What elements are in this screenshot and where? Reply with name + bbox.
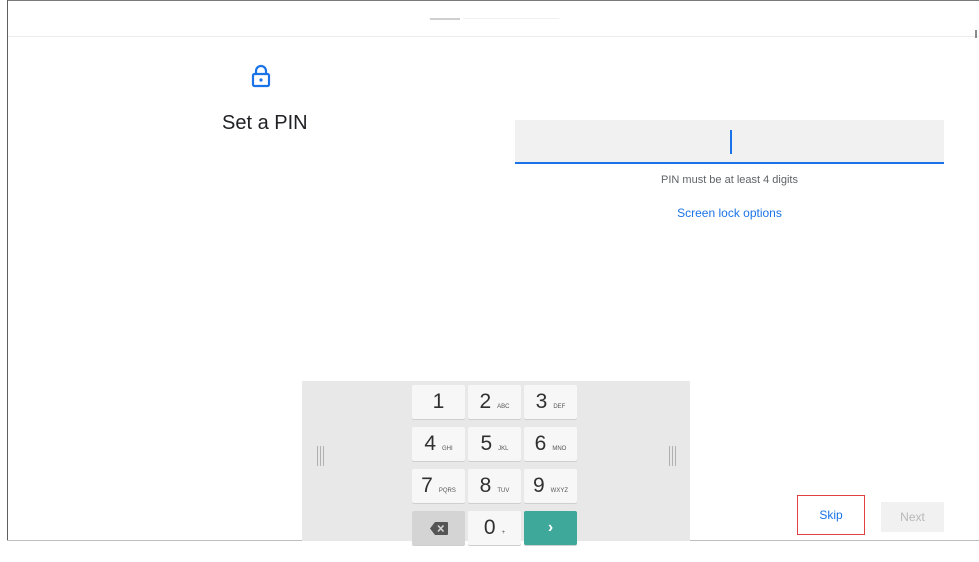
scrollbar-mark [975, 30, 977, 38]
screen-lock-options-link[interactable]: Screen lock options [515, 206, 944, 220]
key-3[interactable]: 3 DEF [524, 385, 577, 419]
text-cursor [730, 130, 732, 154]
key-letters: ABC [497, 404, 510, 410]
numeric-keypad: 1 2 ABC 3 DEF 4 GHI 5 JKL 6 MNO 7 PQRS 8… [302, 381, 690, 545]
key-8[interactable]: 8 TUV [468, 469, 521, 503]
key-digit: 9 [532, 474, 545, 497]
key-letters: JKL [498, 446, 509, 452]
key-letters: WXYZ [550, 488, 569, 494]
window-left-border [7, 0, 8, 540]
pin-field[interactable] [515, 120, 948, 164]
key-digit: 4 [424, 432, 436, 455]
progress-indicator [430, 18, 460, 20]
key-digit: 1 [432, 390, 445, 413]
key-9[interactable]: 9 WXYZ [524, 469, 577, 503]
key-digit: 7 [421, 474, 433, 497]
key-7[interactable]: 7 PQRS [412, 469, 465, 503]
next-button[interactable]: Next [881, 502, 944, 532]
key-5[interactable]: 5 JKL [468, 427, 521, 461]
top-bar-divider [8, 36, 979, 37]
key-letters: TUV [497, 488, 510, 494]
delete-key[interactable] [412, 511, 465, 545]
backspace-icon [429, 521, 448, 535]
right-drag-handle[interactable] [668, 446, 676, 466]
key-letters: GHI [442, 446, 453, 452]
key-digit: 3 [535, 390, 548, 413]
left-drag-handle[interactable] [316, 446, 324, 466]
progress-track [463, 18, 559, 19]
key-2[interactable]: 2 ABC [468, 385, 521, 419]
key-0[interactable]: 0 + [468, 511, 521, 545]
key-4[interactable]: 4 GHI [412, 427, 465, 461]
key-letters: PQRS [438, 488, 456, 494]
key-letters: MNO [552, 446, 567, 452]
key-digit: 6 [534, 432, 547, 455]
key-1[interactable]: 1 [412, 385, 465, 419]
key-6[interactable]: 6 MNO [524, 427, 577, 461]
key-letters: DEF [553, 404, 566, 410]
key-digit: 2 [479, 390, 492, 413]
skip-button[interactable]: Skip [797, 495, 865, 535]
key-digit: 5 [480, 432, 493, 455]
chevron-right-icon: › [547, 519, 554, 536]
page-title: Set a PIN [222, 112, 308, 134]
window-top-border [7, 0, 979, 1]
key-digit: 8 [479, 474, 492, 497]
key-digit: 0 [483, 516, 496, 539]
lock-icon [251, 64, 271, 88]
enter-key[interactable]: › [524, 511, 577, 545]
pin-hint: PIN must be at least 4 digits [661, 174, 798, 186]
key-letters: + [501, 530, 506, 536]
